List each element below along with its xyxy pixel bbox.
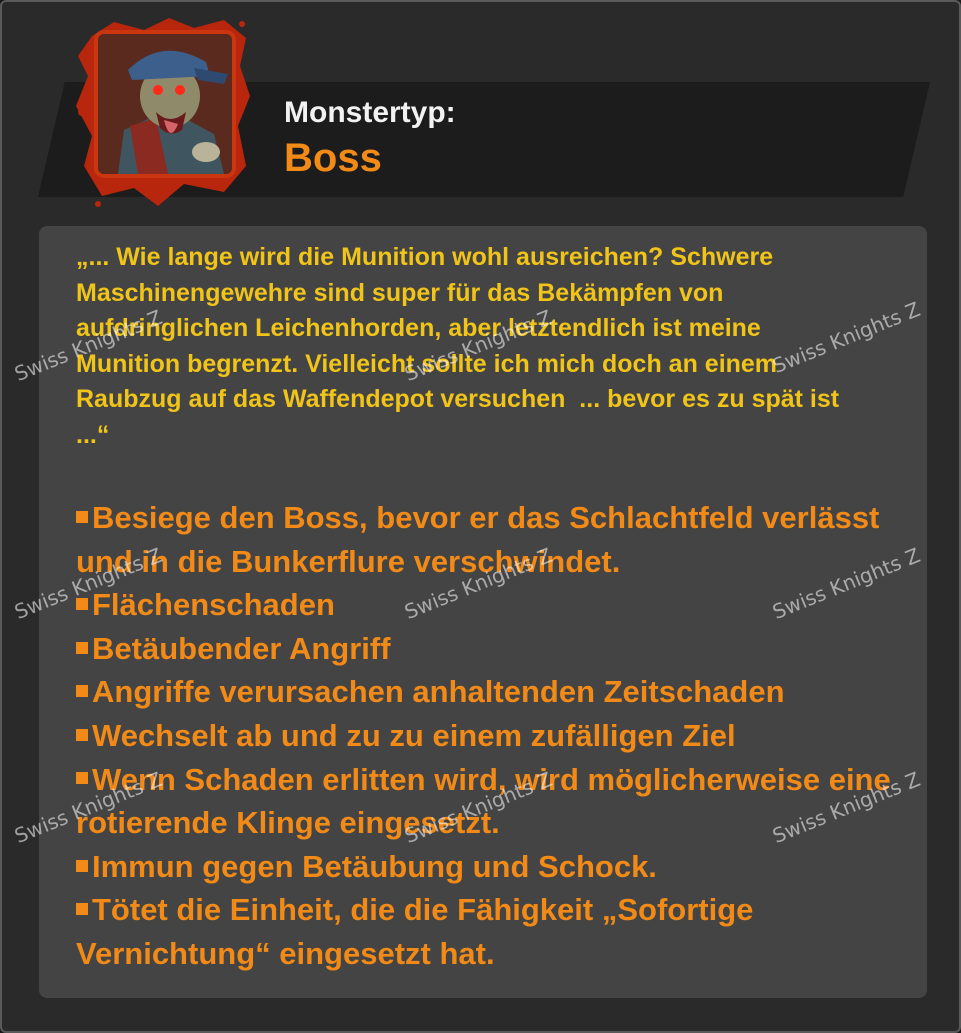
- monster-type-label: Monstertyp:: [284, 96, 456, 129]
- monster-avatar: [74, 16, 252, 208]
- list-item: Flächenschaden: [76, 583, 896, 627]
- list-item: Besiege den Boss, bevor er das Schlachtf…: [76, 500, 880, 579]
- monster-type-value: Boss: [284, 136, 382, 180]
- list-item: Wenn Schaden erlitten wird, wird möglich…: [76, 761, 891, 841]
- zombie-boss-icon: [98, 34, 232, 174]
- monster-info-window: Monstertyp: Boss „... Wie lange wird die…: [0, 0, 961, 1033]
- list-item: Wechselt ab und zu zu einem zufälligen Z…: [76, 714, 896, 758]
- bullet-square-icon: [76, 859, 88, 872]
- bullet-square-icon: [76, 685, 88, 698]
- monster-quote: „... Wie lange wird die Munition wohl au…: [76, 243, 854, 449]
- bullet-square-icon: [76, 903, 88, 916]
- list-item: Immun gegen Betäubung und Schock.: [76, 845, 896, 889]
- list-item: Tötet die Einheit, die die Fähigkeit „So…: [76, 892, 754, 971]
- list-item: Betäubender Angriff: [76, 627, 896, 671]
- list-item: Angriffe verursachen anhaltenden Zeitsch…: [76, 670, 896, 714]
- bullet-square-icon: [76, 772, 88, 785]
- avatar-portrait-frame: [94, 30, 236, 178]
- bullet-square-icon: [76, 728, 88, 741]
- bullet-square-icon: [76, 641, 88, 654]
- bullet-square-icon: [76, 598, 88, 610]
- feature-list: Besiege den Boss, bevor er das Schlachtf…: [76, 496, 896, 976]
- bullet-square-icon: [76, 510, 88, 523]
